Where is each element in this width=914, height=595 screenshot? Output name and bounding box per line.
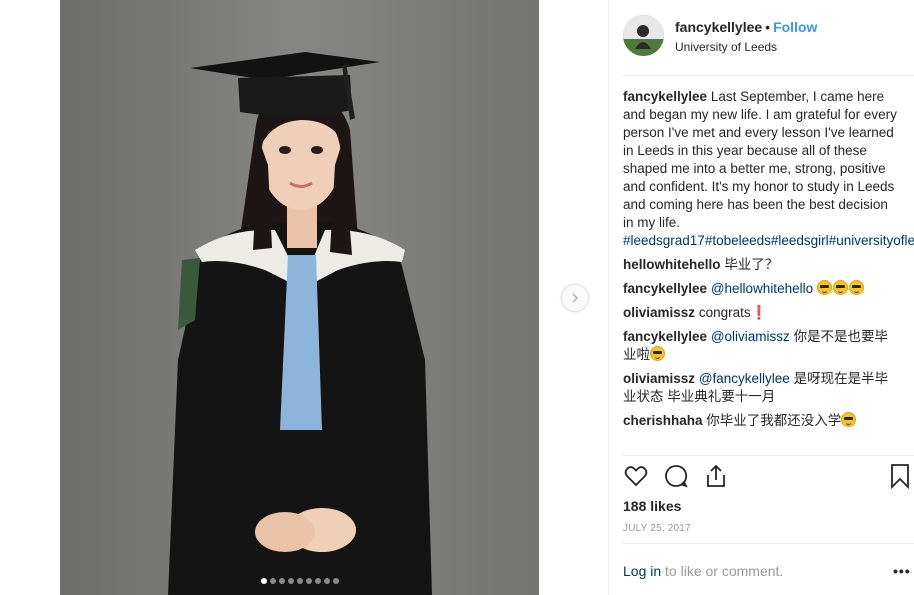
sunglasses-emoji-icon [650, 346, 665, 361]
comment-username[interactable]: oliviamissz [623, 371, 695, 386]
post-photo[interactable] [60, 0, 539, 595]
comment-button[interactable] [663, 463, 689, 494]
post-actions [623, 463, 909, 494]
save-button[interactable] [887, 463, 913, 494]
chevron-right-icon [572, 293, 579, 303]
divider [623, 455, 914, 456]
login-link[interactable]: Log in [623, 563, 661, 579]
comment: hellowhitehello 毕业了？ [623, 256, 899, 274]
likes-count[interactable]: 188 likes [623, 498, 681, 514]
comment-username[interactable]: fancykellylee [623, 281, 707, 296]
post-sidebar: fancykellylee • Follow University of Leeds… [608, 0, 914, 595]
sunglasses-emoji-icon [816, 280, 832, 295]
comment: oliviamissz congrats❗️ [623, 304, 899, 322]
like-button[interactable] [623, 463, 649, 494]
hashtag[interactable]: #tobeleeds [705, 233, 771, 248]
carousel-dot [332, 578, 339, 584]
divider [623, 543, 914, 544]
comment-username[interactable]: fancykellylee [623, 329, 707, 344]
login-suffix: to like or comment. [665, 563, 784, 579]
comment: oliviamissz @fancykellylee 是呀现在是半毕业状态 毕业… [623, 370, 899, 406]
comment-username[interactable]: hellowhitehello [623, 257, 721, 272]
comment-username[interactable]: oliviamissz [623, 305, 695, 320]
post-date: JULY 25, 2017 [623, 523, 691, 534]
caption-text: Last September, I came here and began my… [623, 89, 897, 230]
more-options-button[interactable]: ••• [893, 563, 911, 579]
share-button[interactable] [703, 463, 729, 494]
carousel-dot [278, 578, 285, 584]
avatar[interactable] [623, 15, 664, 56]
username-link[interactable]: fancykellylee [675, 19, 762, 35]
carousel-dot [314, 578, 321, 584]
carousel-dot [305, 578, 312, 584]
carousel-dot [260, 578, 267, 584]
carousel-dot [323, 578, 330, 584]
carousel-dot [269, 578, 276, 584]
comment-mention[interactable]: @hellowhitehello [711, 281, 813, 296]
sunglasses-emoji-icon [832, 280, 848, 295]
comments-list: fancykellylee Last September, I came her… [623, 88, 914, 436]
comment-text: congrats❗️ [698, 305, 768, 320]
hashtag[interactable]: #leedsgirl [771, 233, 829, 248]
carousel-dot [287, 578, 294, 584]
hashtag[interactable]: #universityofleeds [829, 233, 914, 248]
comment-mention[interactable]: @fancykellylee [699, 371, 790, 386]
avatar-image [623, 15, 664, 56]
follow-button[interactable]: Follow [773, 19, 817, 35]
heart-icon [624, 466, 648, 487]
location-link[interactable]: University of Leeds [675, 40, 777, 54]
comment-icon [665, 465, 688, 488]
comment-text: 你毕业了我都还没入学 [706, 413, 842, 428]
share-icon [707, 464, 725, 487]
separator: • [765, 19, 771, 35]
caption: fancykellylee Last September, I came her… [623, 88, 914, 250]
post-header: fancykellylee • Follow University of Leeds [623, 15, 903, 59]
comment-mention[interactable]: @oliviamissz [711, 329, 790, 344]
caption-username[interactable]: fancykellylee [623, 89, 707, 104]
comment-username[interactable]: cherishhaha [623, 413, 703, 428]
carousel-dot [296, 578, 303, 584]
carousel-next-button[interactable] [562, 285, 588, 311]
comment: cherishhaha 你毕业了我都还没入学 [623, 412, 899, 430]
graduate-photo-illustration [60, 0, 539, 595]
carousel-indicator [60, 578, 539, 584]
sunglasses-emoji-icon [848, 280, 864, 295]
hashtag[interactable]: #leedsgrad17 [623, 233, 705, 248]
divider [623, 75, 914, 76]
bookmark-icon [891, 464, 909, 490]
login-prompt: Log in to like or comment. [623, 563, 783, 579]
expressionless-emoji-icon [841, 412, 857, 427]
header-user-line: fancykellylee • Follow [675, 19, 817, 35]
comment: fancykellylee @hellowhitehello [623, 280, 899, 298]
comment-text: 毕业了？ [724, 257, 779, 272]
comment: fancykellylee @oliviamissz 你是不是也要毕业啦 [623, 328, 899, 364]
